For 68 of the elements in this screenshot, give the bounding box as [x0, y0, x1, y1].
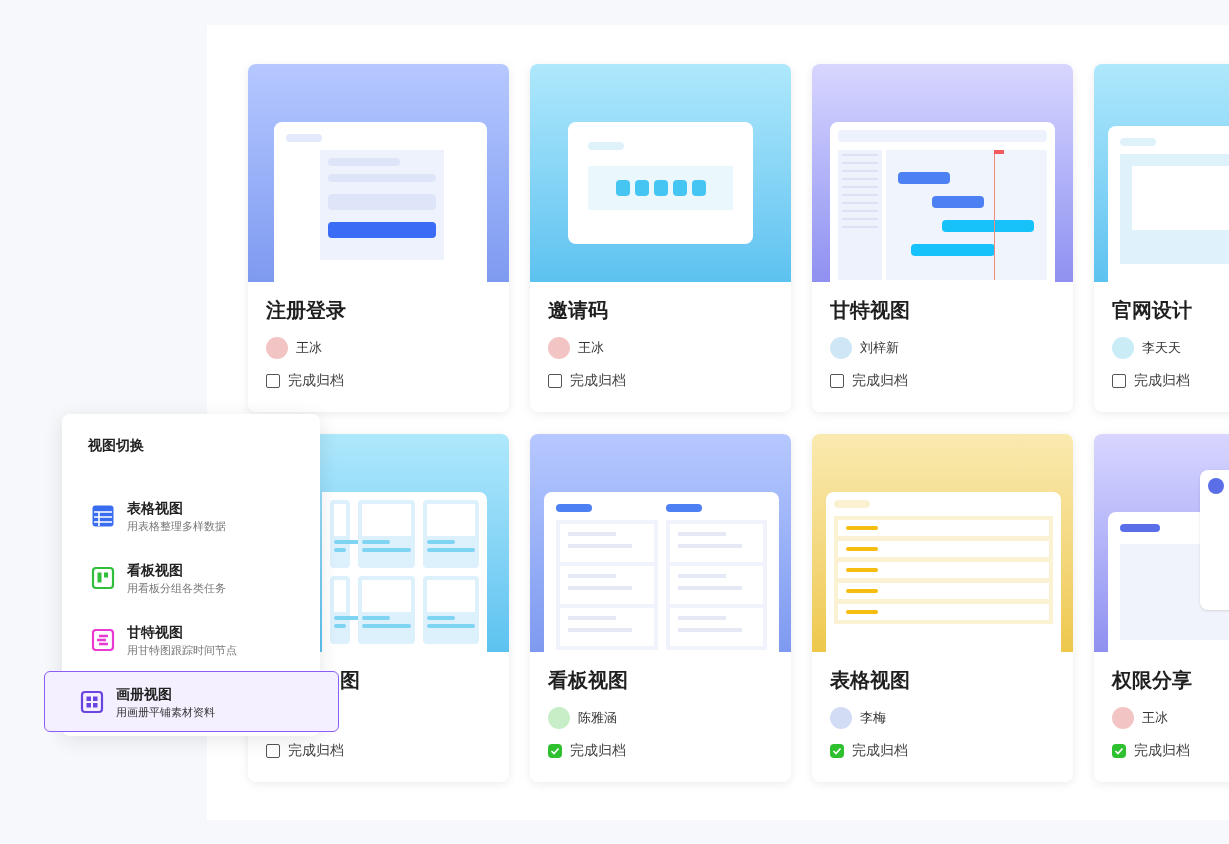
view-option[interactable]: 看板视图 用看板分组各类任务	[62, 547, 320, 608]
card-title: 邀请码	[548, 298, 608, 323]
view-option[interactable]: 甘特视图 用甘特图跟踪时间节点	[62, 609, 320, 670]
avatar	[1112, 707, 1134, 729]
avatar	[1112, 337, 1134, 359]
avatar	[830, 707, 852, 729]
check-icon	[1114, 745, 1124, 756]
option-label: 画册视图	[116, 684, 173, 704]
checkbox[interactable]	[1112, 373, 1126, 388]
project-card[interactable]: 注册登录 王冰 完成归档	[248, 64, 509, 412]
option-hint: 用甘特图跟踪时间节点	[127, 642, 237, 658]
grid-icon	[80, 689, 104, 714]
flag-marker	[994, 150, 1004, 154]
archive-label: 完成归档	[852, 741, 908, 760]
owner-name: 刘梓新	[860, 339, 899, 358]
card-title: 甘特视图	[830, 298, 910, 323]
project-card[interactable]: 看板视图 陈雅涵 完成归档	[530, 434, 791, 782]
option-hint: 用看板分组各类任务	[127, 580, 226, 596]
view-option[interactable]: 画册视图 用画册平铺素材资料	[44, 671, 339, 732]
checkbox[interactable]	[548, 743, 562, 758]
archive-label: 完成归档	[288, 371, 344, 390]
card-title: 表格视图	[830, 668, 910, 693]
avatar	[830, 337, 852, 359]
owner-name: 李梅	[860, 709, 886, 728]
owner-name: 王冰	[578, 339, 604, 358]
checkbox[interactable]	[548, 373, 562, 388]
gantt-bar	[898, 172, 950, 184]
owner-name: 王冰	[1142, 709, 1168, 728]
archive-label: 完成归档	[570, 741, 626, 760]
card-title: 注册登录	[266, 298, 346, 323]
card-title: 看板视图	[548, 668, 628, 693]
project-card[interactable]: 甘特视图 刘梓新 完成归档	[812, 64, 1073, 412]
checkbox[interactable]	[266, 373, 280, 388]
project-card[interactable]: 邀请码 王冰 完成归档	[530, 64, 791, 412]
option-label: 表格视图	[127, 498, 184, 518]
kanban-icon	[91, 565, 115, 590]
owner-name: 陈雅涵	[578, 709, 617, 728]
view-option[interactable]: 表格视图 用表格整理多样数据	[62, 485, 320, 546]
option-label: 看板视图	[127, 560, 184, 580]
archive-label: 完成归档	[570, 371, 626, 390]
checkbox[interactable]	[830, 373, 844, 388]
project-card[interactable]: 官网设计 李天天 完成归档	[1094, 64, 1229, 412]
archive-label: 完成归档	[1134, 741, 1190, 760]
checkbox[interactable]	[266, 743, 280, 758]
option-label: 甘特视图	[127, 622, 184, 642]
check-icon	[832, 745, 842, 756]
project-card[interactable]: 表格视图 李梅 完成归档	[812, 434, 1073, 782]
owner-name: 王冰	[296, 339, 322, 358]
check-icon	[550, 745, 560, 756]
archive-label: 完成归档	[852, 371, 908, 390]
card-title: 权限分享	[1112, 668, 1192, 693]
archive-label: 完成归档	[1134, 371, 1190, 390]
avatar	[548, 337, 570, 359]
gantt-icon	[91, 627, 115, 652]
owner-name: 李天天	[1142, 339, 1181, 358]
option-hint: 用表格整理多样数据	[127, 518, 226, 534]
card-title: 图	[340, 668, 360, 693]
avatar	[266, 337, 288, 359]
table-icon	[91, 503, 115, 528]
checkbox[interactable]	[1112, 743, 1126, 758]
gantt-bar	[932, 196, 984, 208]
checkbox[interactable]	[830, 743, 844, 758]
archive-label: 完成归档	[288, 741, 344, 760]
project-card[interactable]: 权限分享 王冰 完成归档	[1094, 434, 1229, 782]
option-hint: 用画册平铺素材资料	[116, 704, 215, 720]
avatar	[548, 707, 570, 729]
menu-title: 视图切换	[88, 436, 144, 455]
card-title: 官网设计	[1112, 298, 1192, 323]
